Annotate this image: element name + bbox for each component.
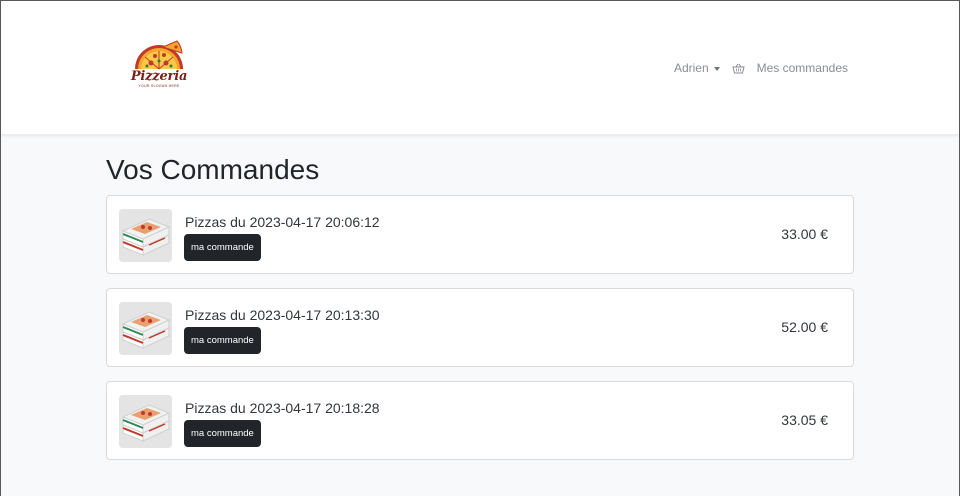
pizza-logo-icon [135,40,183,70]
page-title: Vos Commandes [106,154,320,185]
pizza-box-image [119,209,172,262]
view-order-button[interactable]: ma commande [184,420,261,447]
order-price: 33.00 € [781,226,828,242]
brand-name: Pizzeria [130,69,188,84]
order-card: Pizzas du 2023-04-17 20:13:30 ma command… [106,288,854,367]
brand-tagline: YOUR SLOGAN HERE [138,84,180,88]
view-order-button[interactable]: ma commande [184,327,261,354]
main-content: Vos Commandes Pizzas du 2023-04-17 20:06… [106,152,854,474]
order-card: Pizzas du 2023-04-17 20:06:12 ma command… [106,195,854,274]
order-card: Pizzas du 2023-04-17 20:18:28 ma command… [106,381,854,460]
order-list: Pizzas du 2023-04-17 20:06:12 ma command… [106,195,854,460]
pizza-box-image [119,302,172,355]
pizza-box-image [119,395,172,448]
my-orders-link[interactable]: Mes commandes [731,61,848,75]
user-dropdown[interactable]: Adrien [674,61,720,75]
view-order-button[interactable]: ma commande [184,234,261,261]
order-title: Pizzas du 2023-04-17 20:13:30 [185,307,380,323]
order-price: 33.05 € [781,412,828,428]
order-title: Pizzas du 2023-04-17 20:18:28 [185,400,380,416]
brand-logo[interactable]: Pizzeria YOUR SLOGAN HERE [129,39,189,99]
order-title: Pizzas du 2023-04-17 20:06:12 [185,214,380,230]
user-name: Adrien [673,61,709,75]
basket-icon [731,63,745,73]
navbar: Pizzeria YOUR SLOGAN HERE Adrien Mes com… [1,1,959,135]
caret-down-icon [713,66,720,71]
my-orders-label: Mes commandes [756,61,848,75]
nav-menu: Adrien Mes commandes [674,61,848,75]
order-price: 52.00 € [781,319,828,335]
